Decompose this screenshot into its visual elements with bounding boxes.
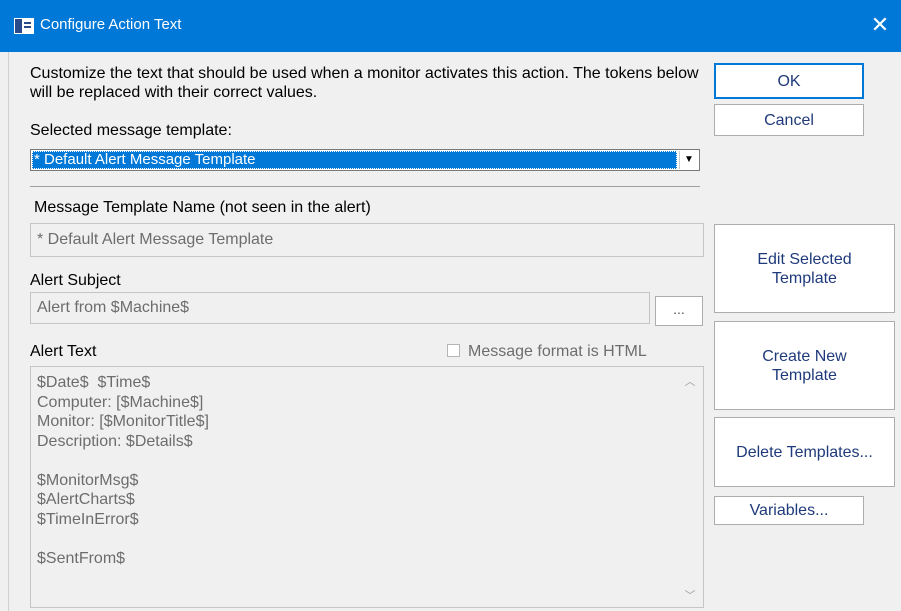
title-bar: Configure Action Text ✕ [0,0,901,52]
window-title: Configure Action Text [40,16,182,33]
variables-button[interactable]: Variables... [714,496,864,525]
template-name-field[interactable]: * Default Alert Message Template [30,223,704,257]
html-format-label: Message format is HTML [468,343,647,360]
alert-text-lines: $Date$ $Time$ Computer: [$Machine$] Moni… [37,373,209,568]
alert-text-line: Monitor: [$MonitorTitle$] [37,413,209,430]
checkbox-icon[interactable] [447,344,460,357]
alert-text-area[interactable]: $Date$ $Time$ Computer: [$Machine$] Moni… [30,366,704,608]
alert-text-line: $AlertCharts$ [37,491,135,508]
template-name-label: Message Template Name (not seen in the a… [34,199,371,216]
subject-browse-button[interactable]: ... [655,296,703,326]
delete-templates-button[interactable]: Delete Templates... [714,417,895,487]
chevron-down-icon[interactable]: ▼ [679,151,698,169]
template-select-value: * Default Alert Message Template [32,151,677,169]
html-format-checkbox[interactable]: Message format is HTML [447,343,647,361]
alert-text-line: Computer: [$Machine$] [37,393,204,411]
alert-text-line: $TimeInError$ [37,510,139,528]
alert-subject-field[interactable]: Alert from $Machine$ [30,292,650,324]
close-icon[interactable]: ✕ [865,10,895,40]
edit-template-button[interactable]: Edit Selected Template [714,224,895,313]
window-icon [14,18,34,34]
window-border [8,52,9,611]
alert-subject-label: Alert Subject [30,272,121,289]
alert-text-line [37,451,209,471]
scroll-up-icon[interactable]: ︿ [683,373,697,388]
selected-template-label: Selected message template: [30,122,232,139]
scroll-down-icon[interactable]: ﹀ [683,587,697,602]
ok-button[interactable]: OK [714,63,864,99]
create-template-button[interactable]: Create New Template [714,321,895,410]
intro-text: Customize the text that should be used w… [30,65,699,101]
alert-text-label: Alert Text [30,343,97,360]
alert-text-line: $MonitorMsg$ [37,471,139,489]
divider [30,186,700,187]
alert-text-line [37,529,209,549]
alert-text-line: $Date$ $Time$ [37,374,151,391]
alert-text-line: Description: $Details$ [37,432,193,450]
alert-text-line: $SentFrom$ [37,549,126,567]
cancel-button[interactable]: Cancel [714,104,864,136]
template-select[interactable]: * Default Alert Message Template ▼ [30,149,700,171]
